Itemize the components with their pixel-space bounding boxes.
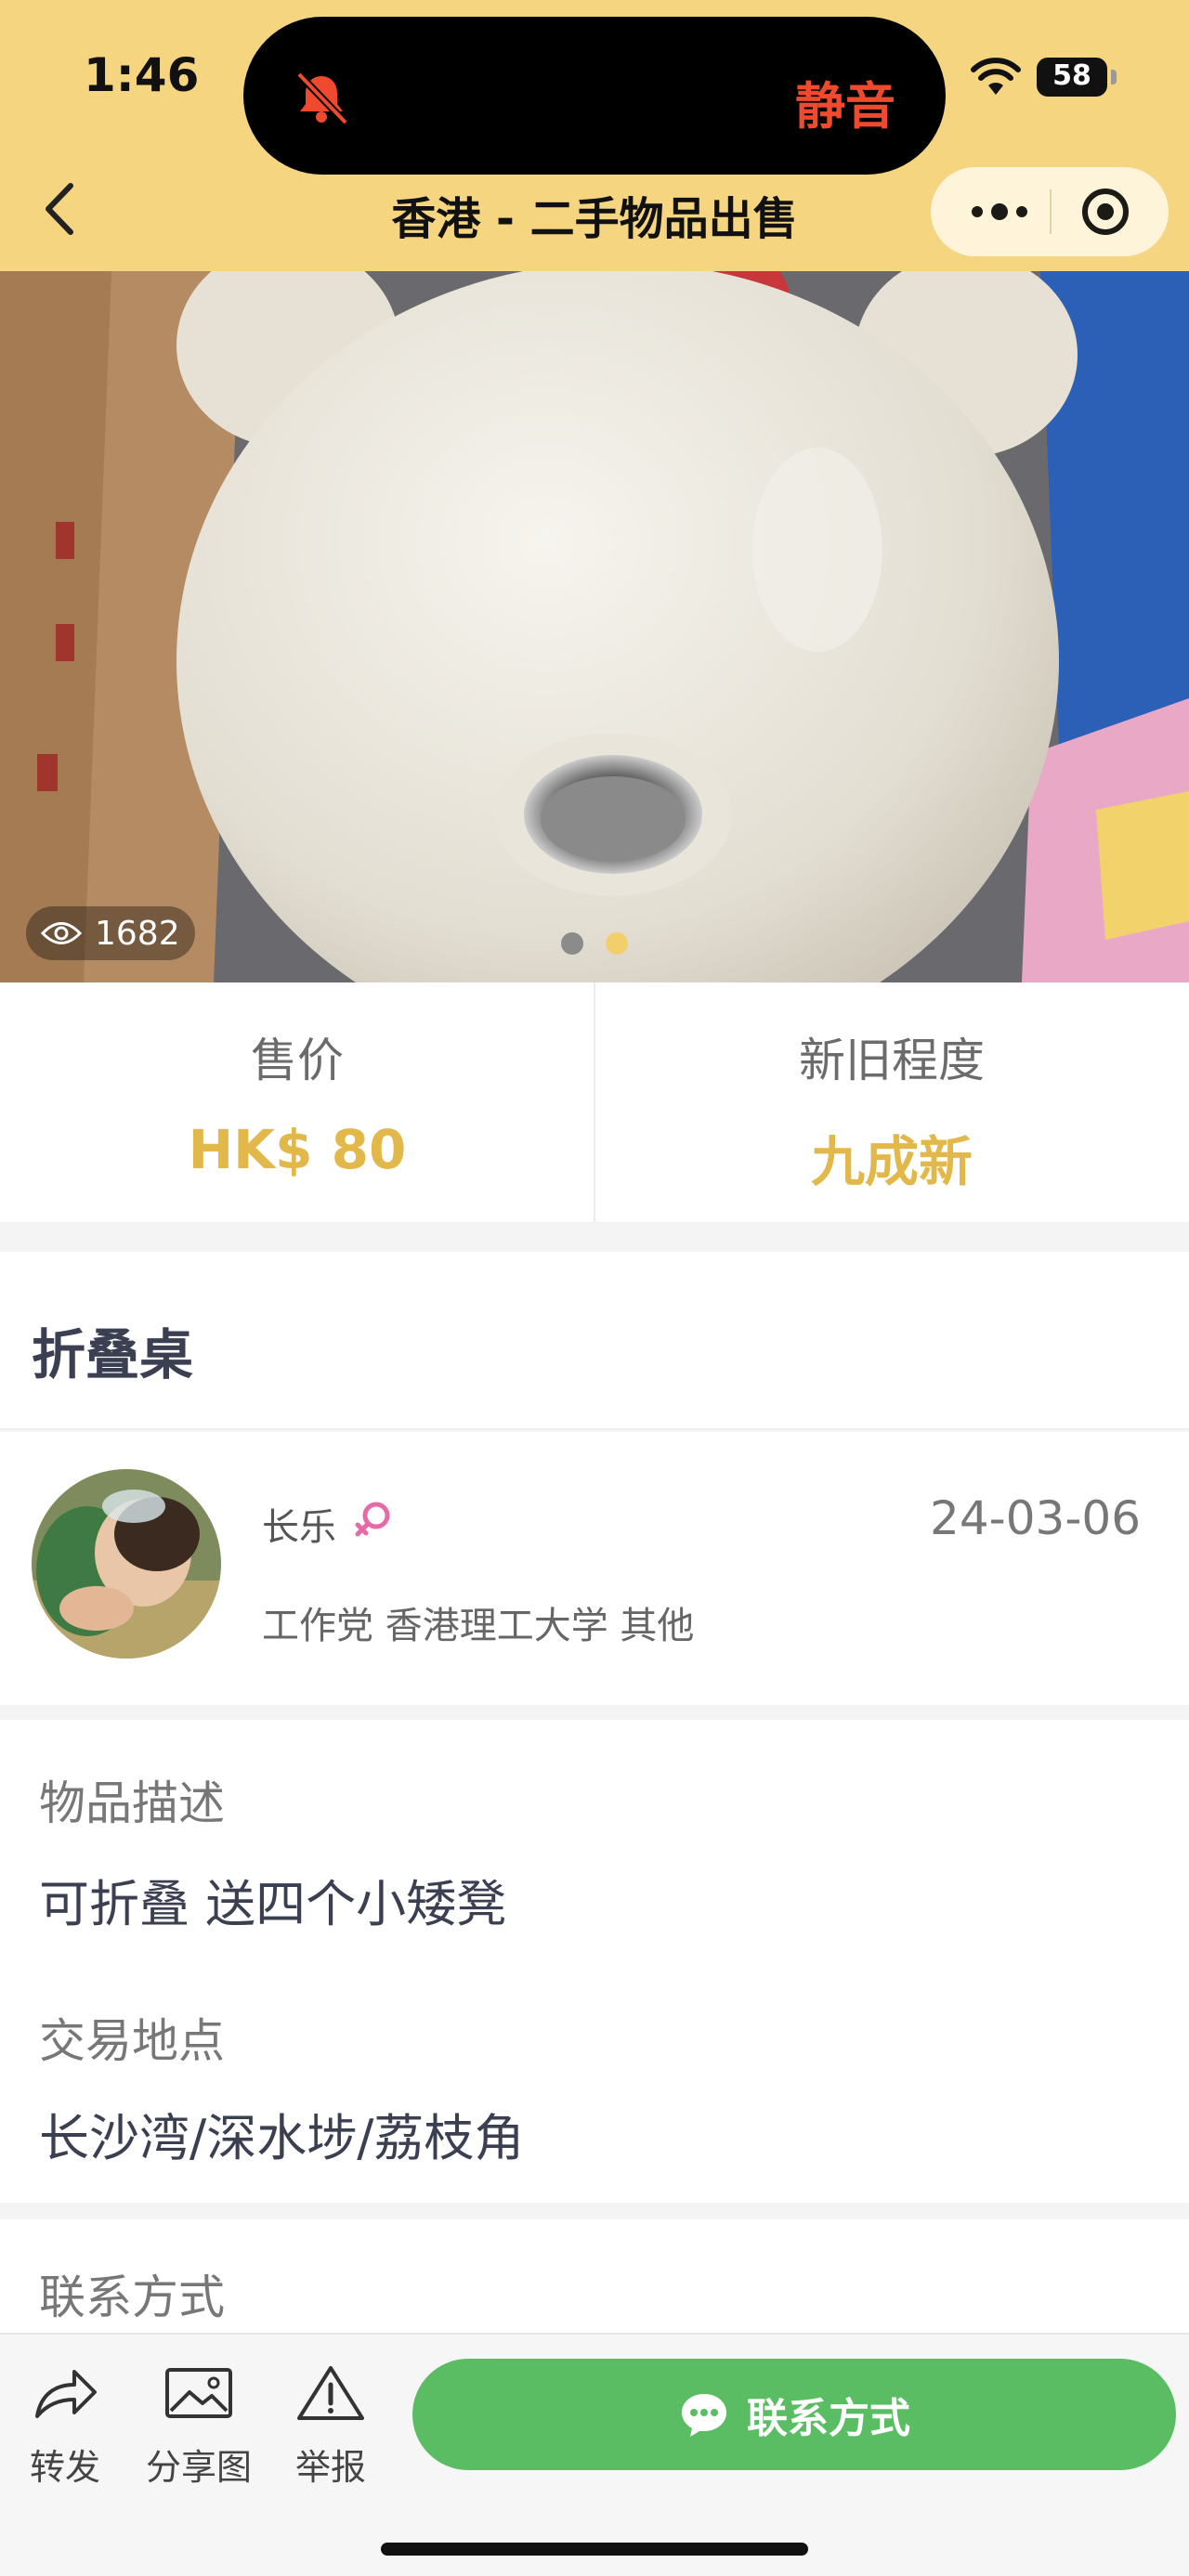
share-arrow-icon — [35, 2370, 97, 2418]
mute-label: 静音 — [795, 77, 895, 136]
location-label: 交易地点 — [39, 2014, 225, 2068]
price-value: HK$ 80 — [188, 1118, 407, 1181]
share-image-button[interactable]: 分享图 — [134, 2362, 264, 2490]
home-indicator[interactable] — [381, 2543, 808, 2556]
seller-tags: 工作党 香港理工大学 其他 — [262, 1605, 695, 1647]
bottom-action-bar: 转发 分享图 举报 联系方式 — [0, 2333, 1189, 2576]
item-photo-carousel[interactable]: 1682 — [0, 271, 1189, 982]
avatar[interactable] — [32, 1469, 221, 1659]
contact-button-label: 联系方式 — [747, 2395, 910, 2442]
report-button[interactable]: 举报 — [266, 2362, 396, 2490]
report-label: 举报 — [294, 2447, 366, 2488]
description-value: 可折叠 送四个小矮凳 — [39, 1875, 507, 1933]
eye-icon — [41, 922, 82, 944]
view-count-badge: 1682 — [26, 906, 195, 960]
condition-label: 新旧程度 — [799, 1034, 985, 1087]
contact-button[interactable]: 联系方式 — [412, 2359, 1176, 2470]
status-time: 1:46 — [84, 48, 200, 102]
item-photo — [0, 271, 1189, 982]
share-image-label: 分享图 — [145, 2447, 252, 2488]
seller-section[interactable]: 长乐 24-03-06 工作党 香港理工大学 其他 — [0, 1432, 1189, 1705]
seller-name: 长乐 — [262, 1506, 336, 1549]
carousel-dot-1[interactable] — [561, 932, 583, 955]
battery-level: 58 — [1052, 59, 1091, 92]
wifi-icon — [971, 58, 1021, 95]
item-title: 折叠桌 — [32, 1323, 194, 1386]
details-section: 物品描述 可折叠 送四个小矮凳 交易地点 长沙湾/深水埗/荔枝角 — [0, 1720, 1189, 2203]
contact-section: 联系方式 — [0, 2219, 1189, 2335]
bell-slash-icon — [296, 72, 348, 125]
target-icon[interactable] — [1079, 186, 1131, 238]
more-dots-icon[interactable] — [962, 188, 1037, 236]
chat-bubble-icon — [682, 2394, 726, 2437]
share-label: 转发 — [29, 2447, 100, 2488]
price-label: 售价 — [251, 1034, 344, 1087]
condition-block: 新旧程度 九成新 — [594, 982, 1189, 1222]
battery-icon: 58 — [1037, 58, 1117, 97]
contact-label: 联系方式 — [39, 2270, 225, 2324]
location-value: 长沙湾/深水埗/荔枝角 — [39, 2109, 525, 2167]
share-button[interactable]: 转发 — [0, 2362, 130, 2490]
female-icon — [355, 1502, 390, 1537]
condition-value: 九成新 — [810, 1130, 973, 1193]
image-icon — [165, 2368, 232, 2418]
post-date: 24-03-06 — [930, 1491, 1141, 1545]
price-condition-row: 售价 HK$ 80 新旧程度 九成新 — [0, 982, 1189, 1222]
description-label: 物品描述 — [39, 1776, 225, 1830]
warning-icon — [297, 2366, 364, 2420]
view-count: 1682 — [95, 914, 180, 953]
carousel-dot-2-active[interactable] — [606, 932, 628, 955]
mini-program-capsule — [931, 167, 1169, 256]
header-bar: 1:46 静音 58 香港 - 二手物品出售 — [0, 0, 1189, 271]
price-block: 售价 HK$ 80 — [0, 982, 594, 1222]
item-title-section: 折叠桌 — [0, 1252, 1189, 1430]
dynamic-island: 静音 — [243, 17, 946, 175]
